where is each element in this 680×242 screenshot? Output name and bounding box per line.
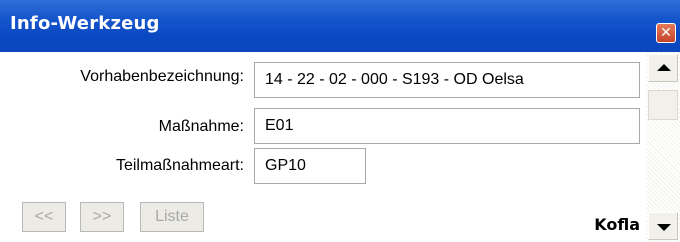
brand-label: Kofla [594,215,640,234]
scrollbar-thumb[interactable] [648,90,678,120]
scroll-up-arrow-icon [657,64,671,71]
vertical-scrollbar[interactable] [646,52,680,242]
scroll-up-button[interactable] [648,54,678,82]
massnahme-value: E01 [265,117,294,134]
close-icon: ✕ [660,25,672,41]
title-bar[interactable]: Info-Werkzeug ✕ [0,0,680,52]
close-button[interactable]: ✕ [656,23,676,43]
footer-bar: << >> Liste Kofla [0,190,646,242]
scroll-down-arrow-icon [657,224,671,231]
teilmassnahmeart-label: Teilmaßnahmeart: [115,157,244,174]
vorhabenbezeichnung-value: 14 - 22 - 02 - 000 - S193 - OD Oelsa [265,71,524,88]
massnahme-label: Maßnahme: [158,118,244,135]
previous-button[interactable]: << [22,202,66,232]
window-title: Info-Werkzeug [10,13,160,34]
teilmassnahmeart-value: GP10 [265,157,306,174]
vorhabenbezeichnung-label: Vorhabenbezeichnung: [80,68,244,85]
list-button[interactable]: Liste [140,202,204,232]
scroll-down-button[interactable] [648,212,678,240]
vorhabenbezeichnung-field[interactable]: 14 - 22 - 02 - 000 - S193 - OD Oelsa [254,62,640,98]
teilmassnahmeart-field[interactable]: GP10 [254,148,366,184]
massnahme-field[interactable]: E01 [254,108,640,144]
next-button[interactable]: >> [80,202,124,232]
info-werkzeug-window: Info-Werkzeug ✕ Vorhabenbezeichnung: 14 … [0,0,680,242]
